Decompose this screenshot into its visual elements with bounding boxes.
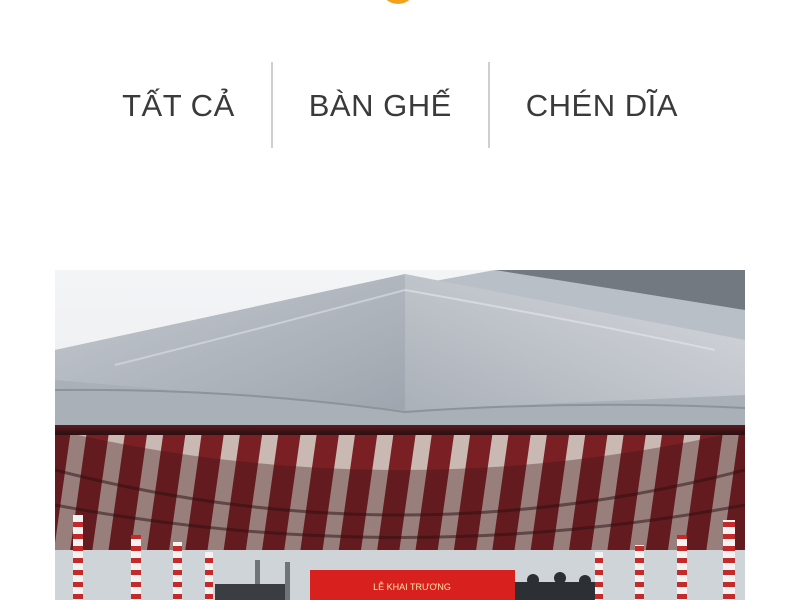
- filter-tab-tables-chairs[interactable]: BÀN GHẾ: [273, 90, 488, 121]
- filter-tab-dishes[interactable]: CHÉN DĨA: [490, 90, 678, 121]
- banner-text: LỄ KHAI TRƯƠNG: [373, 581, 451, 592]
- stage-banner: LỄ KHAI TRƯƠNG: [310, 570, 515, 600]
- category-filter-bar: TẤT CẢ BÀN GHẾ CHÉN DĨA: [0, 60, 800, 150]
- product-image-event-tent[interactable]: LỄ KHAI TRƯƠNG: [55, 270, 745, 600]
- accent-decoration: [380, 0, 416, 4]
- tent-ceiling-drapes: [55, 425, 745, 550]
- filter-tab-all[interactable]: TẤT CẢ: [122, 90, 271, 121]
- page: TẤT CẢ BÀN GHẾ CHÉN DĨA LỄ KHAI TRƯƠNG: [0, 0, 800, 600]
